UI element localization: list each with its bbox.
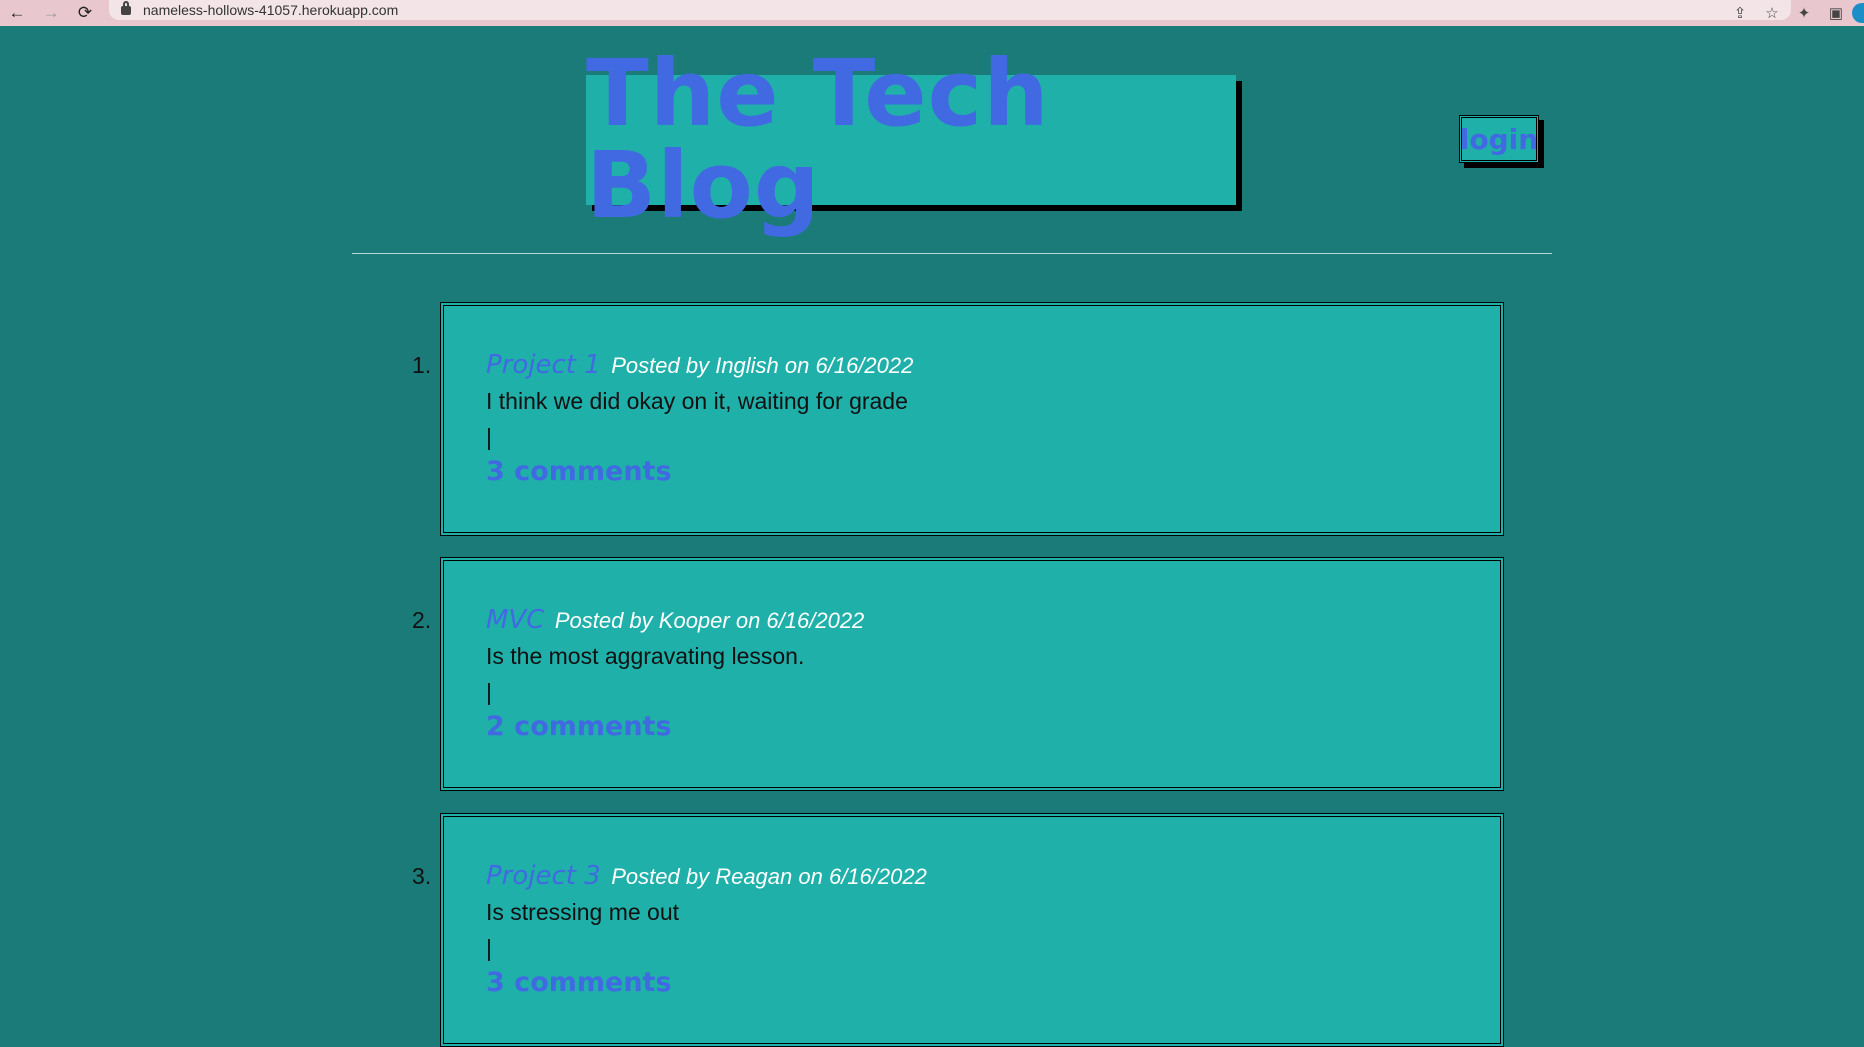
post-meta: Posted by Reagan on 6/16/2022 xyxy=(611,864,927,889)
post-title-link[interactable]: Project 3 xyxy=(486,861,601,891)
post-title-link[interactable]: Project 1 xyxy=(486,350,601,380)
post-card: Project 3 Posted by Reagan on 6/16/2022 … xyxy=(440,813,1504,1047)
post-title-link[interactable]: MVC xyxy=(486,605,544,635)
address-bar[interactable]: nameless-hollows-41057.herokuapp.com xyxy=(109,0,1791,20)
back-arrow-icon[interactable]: ← xyxy=(0,0,34,26)
post-card: MVC Posted by Kooper on 6/16/2022 Is the… xyxy=(440,557,1504,791)
site-title-box: The Tech Blog xyxy=(586,48,1236,232)
lock-icon[interactable] xyxy=(121,0,131,15)
post-number: 2. xyxy=(412,607,432,633)
login-button[interactable]: login xyxy=(1459,115,1539,163)
browser-toolbar: ← → ⟳ nameless-hollows-41057.herokuapp.c… xyxy=(0,0,1864,26)
post-body: Is stressing me out xyxy=(486,899,680,925)
post-card: Project 1 Posted by Inglish on 6/16/2022… xyxy=(440,302,1504,536)
post-number: 1. xyxy=(412,352,432,378)
site-title: The Tech Blog xyxy=(586,40,1050,239)
comments-link[interactable]: 3 comments xyxy=(486,967,672,998)
post-meta: Posted by Inglish on 6/16/2022 xyxy=(611,353,914,378)
post-meta: Posted by Kooper on 6/16/2022 xyxy=(554,608,865,633)
post-body: Is the most aggravating lesson. xyxy=(486,643,805,669)
browser-actions: ⇪ ☆ ✦ ▣ xyxy=(1724,0,1864,26)
post-separator: | xyxy=(486,424,492,450)
header-divider xyxy=(352,253,1552,254)
comments-link[interactable]: 3 comments xyxy=(486,456,672,487)
comments-link[interactable]: 2 comments xyxy=(486,711,672,742)
side-panel-icon[interactable]: ▣ xyxy=(1820,4,1852,22)
bookmark-star-icon[interactable]: ☆ xyxy=(1756,4,1788,22)
forward-arrow-icon[interactable]: → xyxy=(34,0,68,26)
reload-icon[interactable]: ⟳ xyxy=(68,0,102,26)
share-icon[interactable]: ⇪ xyxy=(1724,4,1756,22)
post-number: 3. xyxy=(412,863,432,889)
address-bar-url: nameless-hollows-41057.herokuapp.com xyxy=(143,2,399,18)
post-separator: | xyxy=(486,935,492,961)
post-separator: | xyxy=(486,679,492,705)
profile-avatar-icon[interactable] xyxy=(1852,3,1864,23)
post-body: I think we did okay on it, waiting for g… xyxy=(486,388,908,414)
extensions-puzzle-icon[interactable]: ✦ xyxy=(1788,4,1820,22)
